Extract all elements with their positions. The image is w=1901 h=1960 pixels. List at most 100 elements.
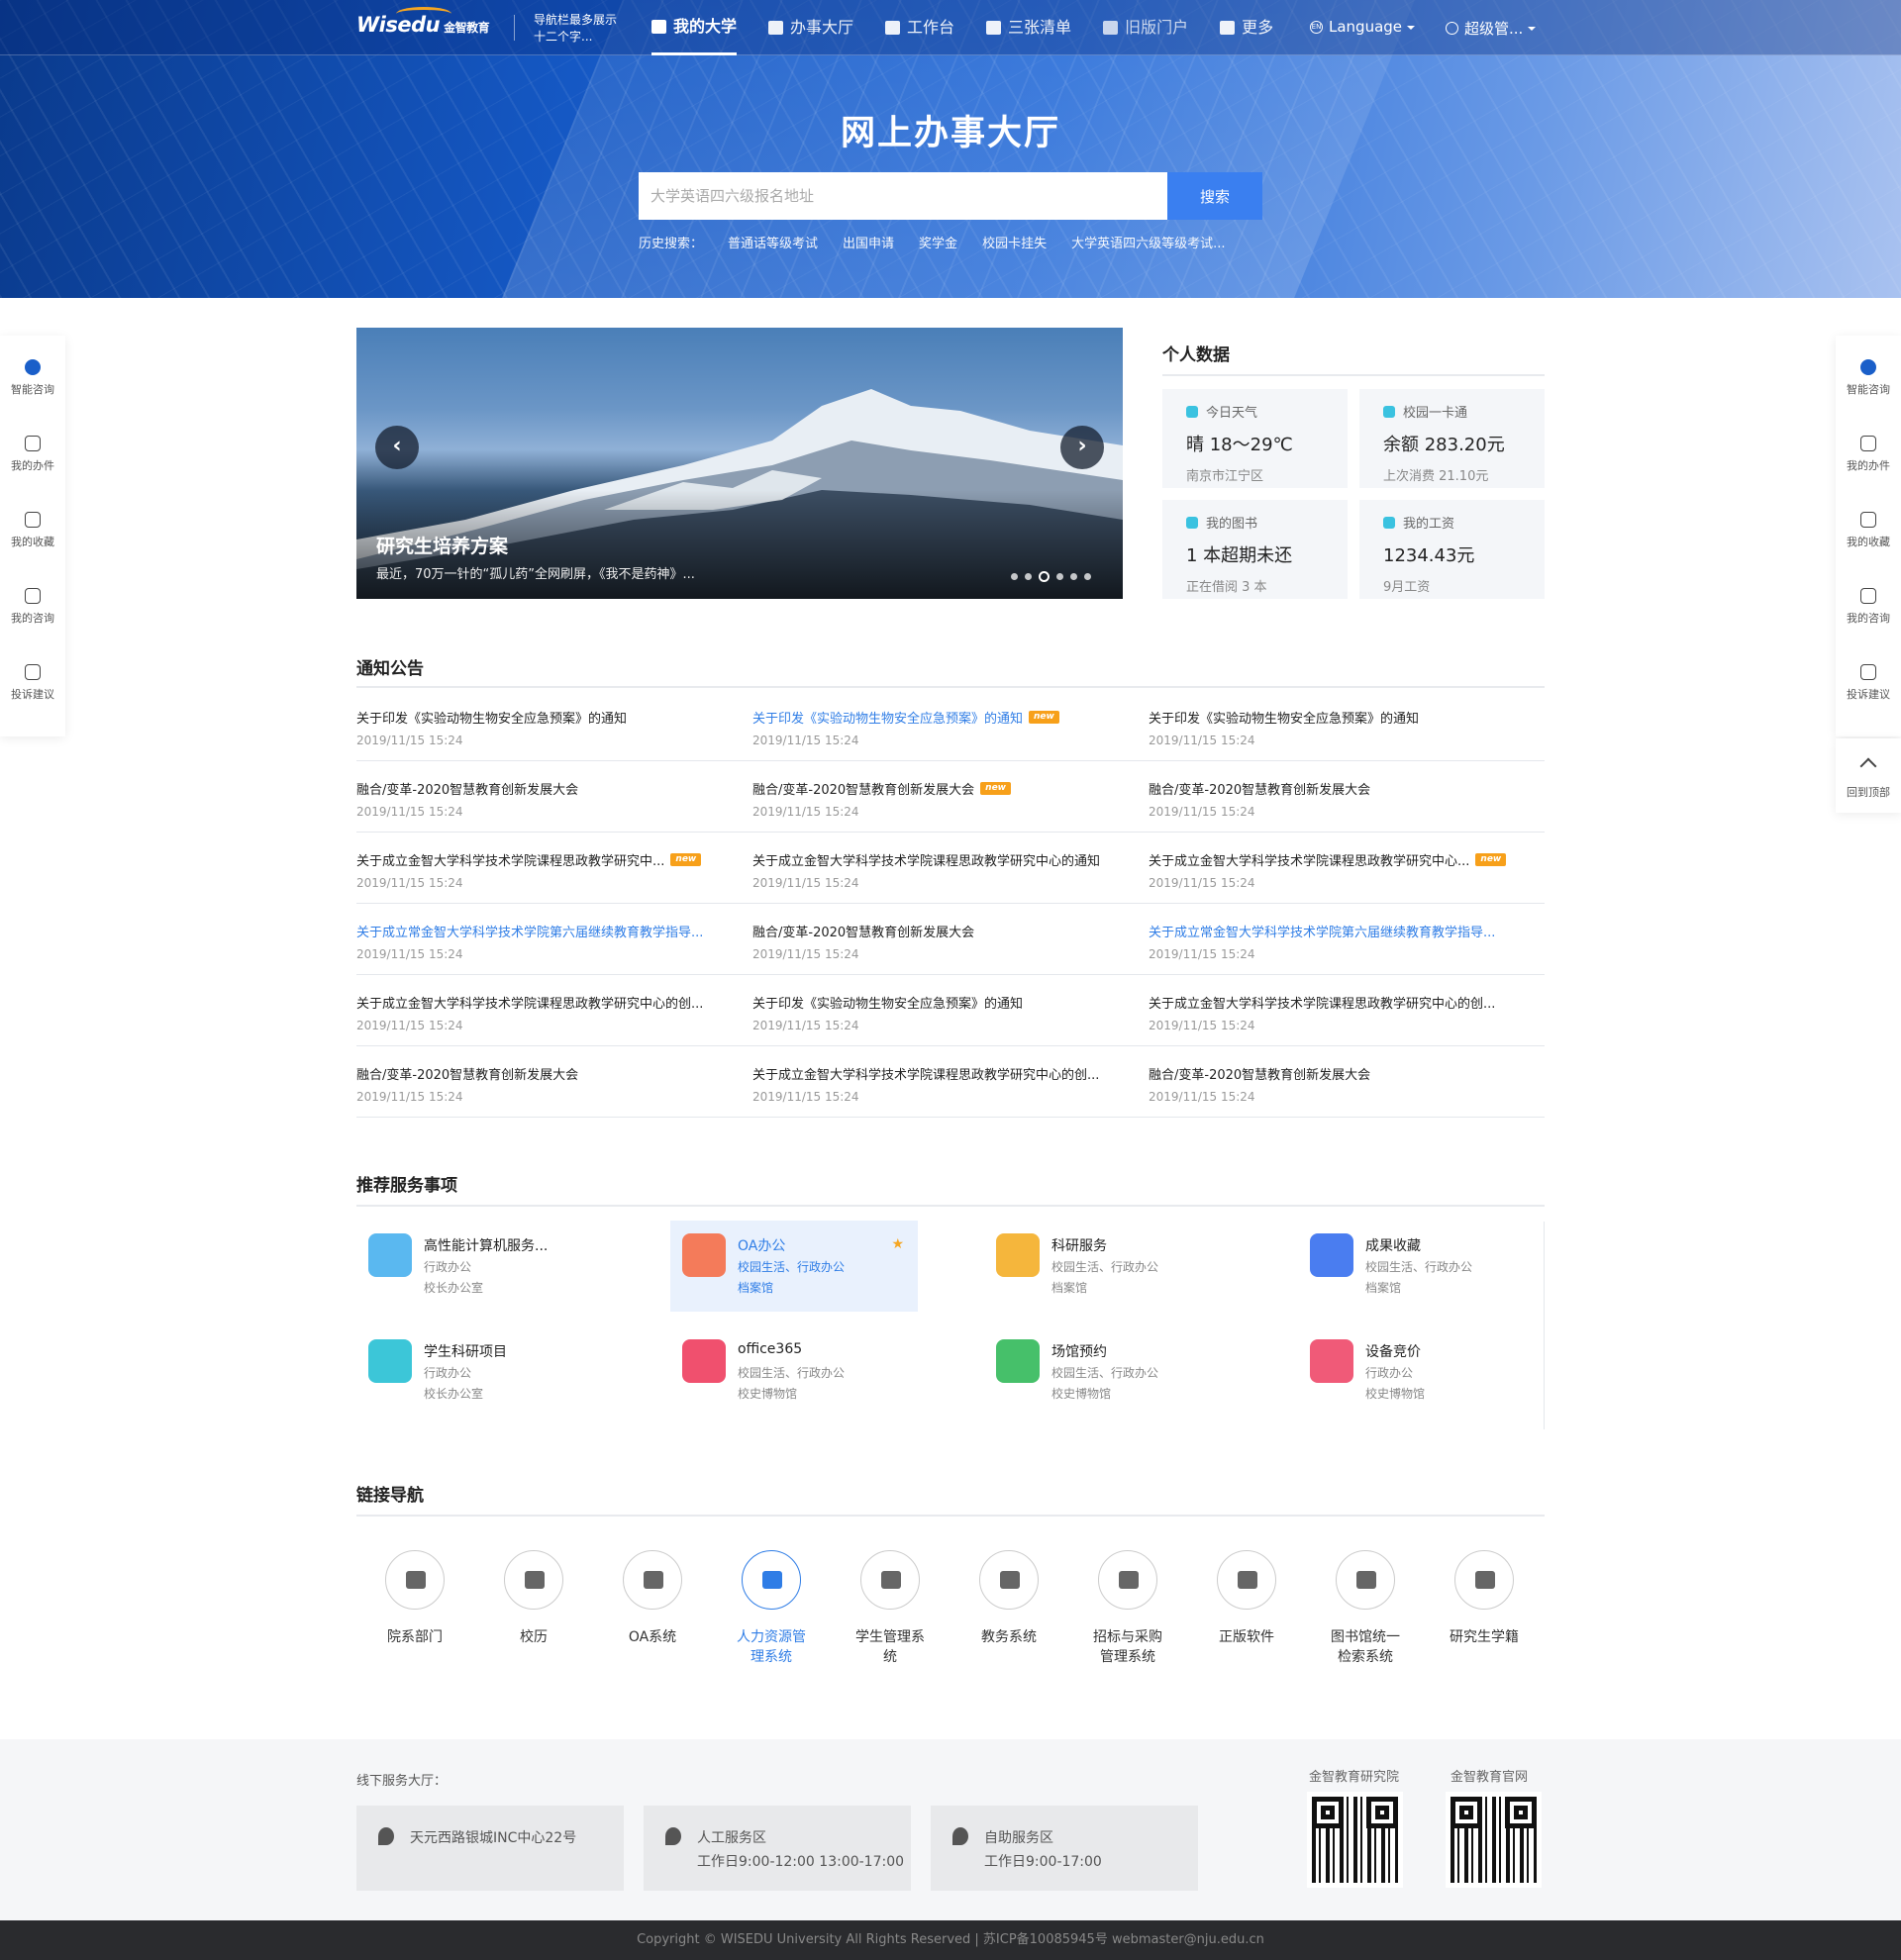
side-item-3[interactable]: 我的咨询 bbox=[1836, 574, 1901, 650]
side-item-3[interactable]: 我的咨询 bbox=[0, 574, 65, 650]
carousel-dot[interactable] bbox=[1011, 573, 1018, 580]
wisedu-logo[interactable]: Wisedu 金智教育 bbox=[356, 7, 490, 37]
notice-item[interactable]: 关于印发《实验动物生物安全应急预案》的通知 2019/11/15 15:24 bbox=[1149, 707, 1545, 747]
notice-item[interactable]: 关于印发《实验动物生物安全应急预案》的通知 2019/11/15 15:24 bbox=[752, 992, 1149, 1032]
nav-item-1[interactable]: 办事大厅 bbox=[768, 0, 853, 55]
side-item-0[interactable]: 智能咨询 bbox=[1836, 345, 1901, 422]
notice-item[interactable]: 融合/变革-2020智慧教育创新发展大会 new 2019/11/15 15:24 bbox=[752, 778, 1149, 819]
side-item-2[interactable]: 我的收藏 bbox=[0, 498, 65, 574]
card-icon bbox=[1186, 405, 1198, 418]
notice-item[interactable]: 融合/变革-2020智慧教育创新发展大会 2019/11/15 15:24 bbox=[356, 1063, 752, 1104]
language-switch[interactable]: EN Language bbox=[1310, 18, 1416, 36]
notice-item[interactable]: 关于成立金智大学科学技术学院课程思政教学研究中... new 2019/11/15 … bbox=[356, 849, 752, 890]
card-value: 1234.43元 bbox=[1383, 545, 1475, 566]
personal-card[interactable]: 校园一卡通 余额 283.20元 上次消费 21.10元 bbox=[1359, 389, 1545, 488]
link-item[interactable]: 正版软件 bbox=[1191, 1550, 1302, 1647]
carousel-prev-button[interactable]: ‹ bbox=[375, 426, 419, 469]
qr-label-research: 金智教育研究院 bbox=[1309, 1770, 1400, 1785]
offline-hall-label: 线下服务大厅： bbox=[356, 1774, 448, 1789]
monitor-icon bbox=[979, 1550, 1039, 1610]
notice-item[interactable]: 关于成立金智大学科学技术学院课程思政教学研究中心的通知 2019/11/15 15… bbox=[752, 849, 1149, 890]
carousel-dot[interactable] bbox=[1084, 573, 1091, 580]
service-item[interactable]: 学生科研项目 行政办公 校长办公室 bbox=[356, 1326, 604, 1418]
link-item[interactable]: 招标与采购管理系统 bbox=[1072, 1550, 1183, 1667]
notice-item[interactable]: 关于成立常金智大学科学技术学院第六届继续教育教学指导... 2019/11/15 … bbox=[356, 921, 752, 961]
notices-heading: 通知公告 bbox=[356, 659, 424, 679]
service-item[interactable]: 科研服务 校园生活、行政办公 档案馆 bbox=[984, 1221, 1232, 1312]
notice-item[interactable]: 关于成立金智大学科学技术学院课程思政教学研究中心的创... 2019/11/15 … bbox=[1149, 992, 1545, 1032]
notice-item[interactable]: 关于成立常金智大学科学技术学院第六届继续教育教学指导... 2019/11/15 … bbox=[1149, 921, 1545, 961]
notice-item[interactable]: 关于成立金智大学科学技术学院课程思政教学研究中心的创... 2019/11/15 … bbox=[356, 992, 752, 1032]
new-badge: new bbox=[1475, 853, 1507, 866]
link-item[interactable]: 人力资源管理系统 bbox=[716, 1550, 827, 1667]
new-badge: new bbox=[1029, 711, 1059, 724]
notice-item[interactable]: 融合/变革-2020智慧教育创新发展大会 2019/11/15 15:24 bbox=[752, 921, 1149, 961]
link-item[interactable]: 教务系统 bbox=[953, 1550, 1064, 1647]
hall-title: 自助服务区 bbox=[984, 1830, 1053, 1846]
side-item-1[interactable]: 我的办件 bbox=[0, 422, 65, 498]
card-value: 晴 18～29℃ bbox=[1186, 435, 1293, 455]
link-item[interactable]: 学生管理系统 bbox=[835, 1550, 946, 1667]
service-item[interactable]: 设备竞价 行政办公 校史博物馆 bbox=[1298, 1326, 1546, 1418]
card-icon bbox=[1383, 405, 1395, 418]
eye-icon bbox=[1860, 359, 1876, 375]
notice-item[interactable]: 关于印发《实验动物生物安全应急预案》的通知 new 2019/11/15 15:24 bbox=[752, 707, 1149, 747]
carousel-dot[interactable] bbox=[1056, 573, 1063, 580]
side-item-4[interactable]: 投诉建议 bbox=[1836, 650, 1901, 727]
notice-item[interactable]: 关于印发《实验动物生物安全应急预案》的通知 2019/11/15 15:24 bbox=[356, 707, 752, 747]
carousel-dot[interactable] bbox=[1025, 573, 1032, 580]
divider bbox=[356, 974, 1545, 975]
oa-icon bbox=[623, 1550, 682, 1610]
right-side-menu: 智能咨询 我的办件 我的收藏 我的咨询 投诉建议 bbox=[1836, 336, 1901, 736]
star-icon[interactable]: ★ bbox=[891, 1236, 904, 1252]
search-button[interactable]: 搜索 bbox=[1167, 172, 1262, 220]
history-link[interactable]: 校园卡挂失 bbox=[982, 233, 1047, 251]
personal-card[interactable]: 今日天气晴 18～29℃ 南京市江宁区 bbox=[1162, 389, 1348, 488]
personal-card[interactable]: 我的工资 1234.43元 9月工资 bbox=[1359, 500, 1545, 599]
search-input[interactable] bbox=[639, 172, 1167, 220]
notice-title: 融合/变革-2020智慧教育创新发展大会 bbox=[356, 1068, 579, 1083]
side-item-0[interactable]: 智能咨询 bbox=[0, 345, 65, 422]
user-menu[interactable]: 超级管... bbox=[1446, 18, 1537, 39]
nav-item-3[interactable]: 三张清单 bbox=[986, 0, 1071, 55]
carousel-dot[interactable] bbox=[1070, 573, 1077, 580]
notice-item[interactable]: 融合/变革-2020智慧教育创新发展大会 2019/11/15 15:24 bbox=[1149, 1063, 1545, 1104]
service-name: 成果收藏 bbox=[1365, 1238, 1421, 1254]
offline-hall-box: 天元西路银城INC中心22号 bbox=[356, 1806, 624, 1891]
link-item[interactable]: 校历 bbox=[478, 1550, 589, 1647]
personal-card[interactable]: 我的图书 1 本超期未还 正在借阅 3 本 bbox=[1162, 500, 1348, 599]
service-item[interactable]: 高性能计算机服务... 行政办公 校长办公室 bbox=[356, 1221, 604, 1312]
side-item-2[interactable]: 我的收藏 bbox=[1836, 498, 1901, 574]
nav-item-5[interactable]: 更多 bbox=[1220, 0, 1273, 55]
notice-title: 关于成立常金智大学科学技术学院第六届继续教育教学指导... bbox=[1149, 926, 1496, 940]
history-link[interactable]: 大学英语四六级等级考试... bbox=[1071, 233, 1225, 251]
nav-note: 导航栏最多展示十二个字... bbox=[534, 13, 618, 44]
notice-item[interactable]: 关于成立金智大学科学技术学院课程思政教学研究中心... new 2019/11/15… bbox=[1149, 849, 1545, 890]
link-item[interactable]: OA系统 bbox=[597, 1550, 708, 1647]
side-item-1[interactable]: 我的办件 bbox=[1836, 422, 1901, 498]
notice-item[interactable]: 融合/变革-2020智慧教育创新发展大会 2019/11/15 15:24 bbox=[356, 778, 752, 819]
notice-date: 2019/11/15 15:24 bbox=[752, 947, 859, 961]
service-name: 科研服务 bbox=[1051, 1238, 1107, 1254]
link-item[interactable]: 图书馆统一检索系统 bbox=[1310, 1550, 1421, 1667]
back-to-top-button[interactable]: 回到顶部 bbox=[1836, 738, 1901, 813]
history-link[interactable]: 奖学金 bbox=[919, 233, 957, 251]
notice-item[interactable]: 融合/变革-2020智慧教育创新发展大会 2019/11/15 15:24 bbox=[1149, 778, 1545, 819]
notice-item[interactable]: 关于成立金智大学科学技术学院课程思政教学研究中心的创... 2019/11/15 … bbox=[752, 1063, 1149, 1104]
link-item[interactable]: 院系部门 bbox=[359, 1550, 470, 1647]
side-item-4[interactable]: 投诉建议 bbox=[0, 650, 65, 727]
carousel-next-button[interactable]: › bbox=[1060, 426, 1104, 469]
service-item[interactable]: 成果收藏 校园生活、行政办公 档案馆 bbox=[1298, 1221, 1546, 1312]
link-item[interactable]: 研究生学籍 bbox=[1429, 1550, 1540, 1647]
service-item[interactable]: office365 校园生活、行政办公 校史博物馆 bbox=[670, 1326, 918, 1418]
service-icon bbox=[682, 1339, 726, 1383]
carousel-dot[interactable] bbox=[1039, 571, 1050, 582]
history-link[interactable]: 普通话等级考试 bbox=[728, 233, 818, 251]
service-item[interactable]: 场馆预约 校园生活、行政办公 校史博物馆 bbox=[984, 1326, 1232, 1418]
qr-label-official: 金智教育官网 bbox=[1451, 1770, 1529, 1785]
nav-item-2[interactable]: 工作台 bbox=[885, 0, 954, 55]
nav-item-4[interactable]: 旧版门户 bbox=[1103, 0, 1188, 55]
history-link[interactable]: 出国申请 bbox=[843, 233, 894, 251]
service-item[interactable]: OA办公 校园生活、行政办公 档案馆 ★ bbox=[670, 1221, 918, 1312]
nav-item-0[interactable]: 我的大学 bbox=[651, 0, 738, 55]
